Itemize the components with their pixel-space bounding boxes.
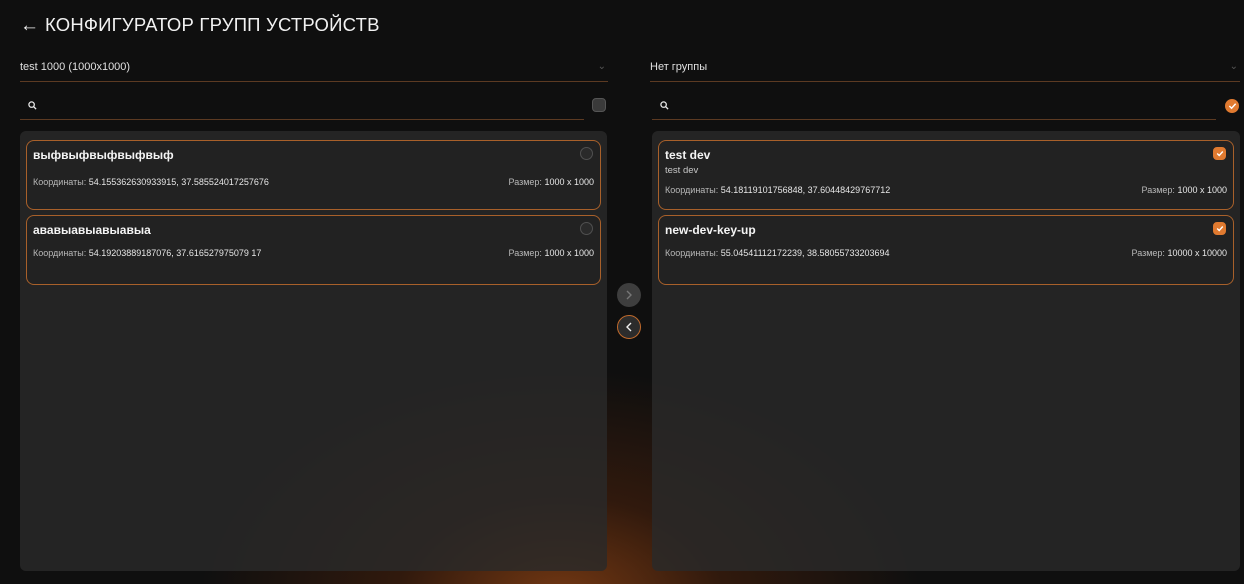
device-name: ававыавыавыавыа <box>33 223 151 237</box>
device-coordinates: Координаты: 55.04541112172239, 38.580557… <box>665 248 890 258</box>
chevron-left-icon <box>626 322 632 332</box>
right-device-list: test dev test dev Координаты: 54.1811910… <box>652 131 1240 571</box>
right-select-all-checkbox[interactable] <box>1225 99 1239 113</box>
device-size: Размер: 1000 x 1000 <box>1141 185 1228 195</box>
device-name: выфвыфвыфвыфвыф <box>33 148 174 162</box>
move-right-button[interactable] <box>617 283 641 307</box>
search-icon <box>28 101 37 110</box>
device-checkbox[interactable] <box>580 222 593 235</box>
device-description: test dev <box>665 165 699 176</box>
left-select-all-checkbox[interactable] <box>592 98 606 112</box>
device-checkbox[interactable] <box>580 147 593 160</box>
device-size: Размер: 10000 x 10000 <box>1131 248 1227 258</box>
left-group-select-value: test 1000 (1000x1000) <box>20 60 131 73</box>
device-size: Размер: 1000 x 1000 <box>508 248 595 258</box>
checkmark-icon <box>1216 226 1223 232</box>
left-group-select[interactable]: test 1000 (1000x1000) ⌄ <box>20 52 608 82</box>
page-header: ← КОНФИГУРАТОР ГРУПП УСТРОЙСТВ <box>20 13 380 37</box>
device-checkbox[interactable] <box>1213 147 1226 160</box>
right-group-select[interactable]: Нет группы ⌄ <box>650 52 1240 82</box>
page-title: КОНФИГУРАТОР ГРУПП УСТРОЙСТВ <box>45 14 380 35</box>
device-coordinates: Координаты: 54.155362630933915, 37.58552… <box>33 177 269 187</box>
move-left-button[interactable] <box>617 315 641 339</box>
device-size: Размер: 1000 x 1000 <box>508 177 595 187</box>
device-name: new-dev-key-up <box>665 223 756 237</box>
right-group-select-value: Нет группы <box>650 60 708 73</box>
left-device-list: выфвыфвыфвыфвыф Координаты: 54.155362630… <box>20 131 607 571</box>
chevron-down-icon: ⌄ <box>597 61 606 72</box>
device-card[interactable]: выфвыфвыфвыфвыф Координаты: 54.155362630… <box>26 140 601 210</box>
right-search-input[interactable] <box>675 99 1176 112</box>
chevron-down-icon: ⌄ <box>1229 61 1238 72</box>
chevron-right-icon <box>626 290 632 300</box>
device-coordinates: Координаты: 54.18119101756848, 37.604484… <box>665 185 891 195</box>
checkmark-icon <box>1228 103 1236 110</box>
left-search <box>20 92 584 120</box>
device-checkbox[interactable] <box>1213 222 1226 235</box>
search-icon <box>660 101 669 110</box>
arrow-left-icon[interactable]: ← <box>20 16 39 35</box>
right-search <box>652 92 1216 120</box>
checkmark-icon <box>1216 151 1223 157</box>
device-name: test dev <box>665 148 711 162</box>
device-card[interactable]: ававыавыавыавыа Координаты: 54.192038891… <box>26 215 601 285</box>
device-card[interactable]: new-dev-key-up Координаты: 55.0454111217… <box>658 215 1234 285</box>
device-card[interactable]: test dev test dev Координаты: 54.1811910… <box>658 140 1234 210</box>
left-search-input[interactable] <box>43 99 544 112</box>
device-coordinates: Координаты: 54.19203889187076, 37.616527… <box>33 248 262 258</box>
